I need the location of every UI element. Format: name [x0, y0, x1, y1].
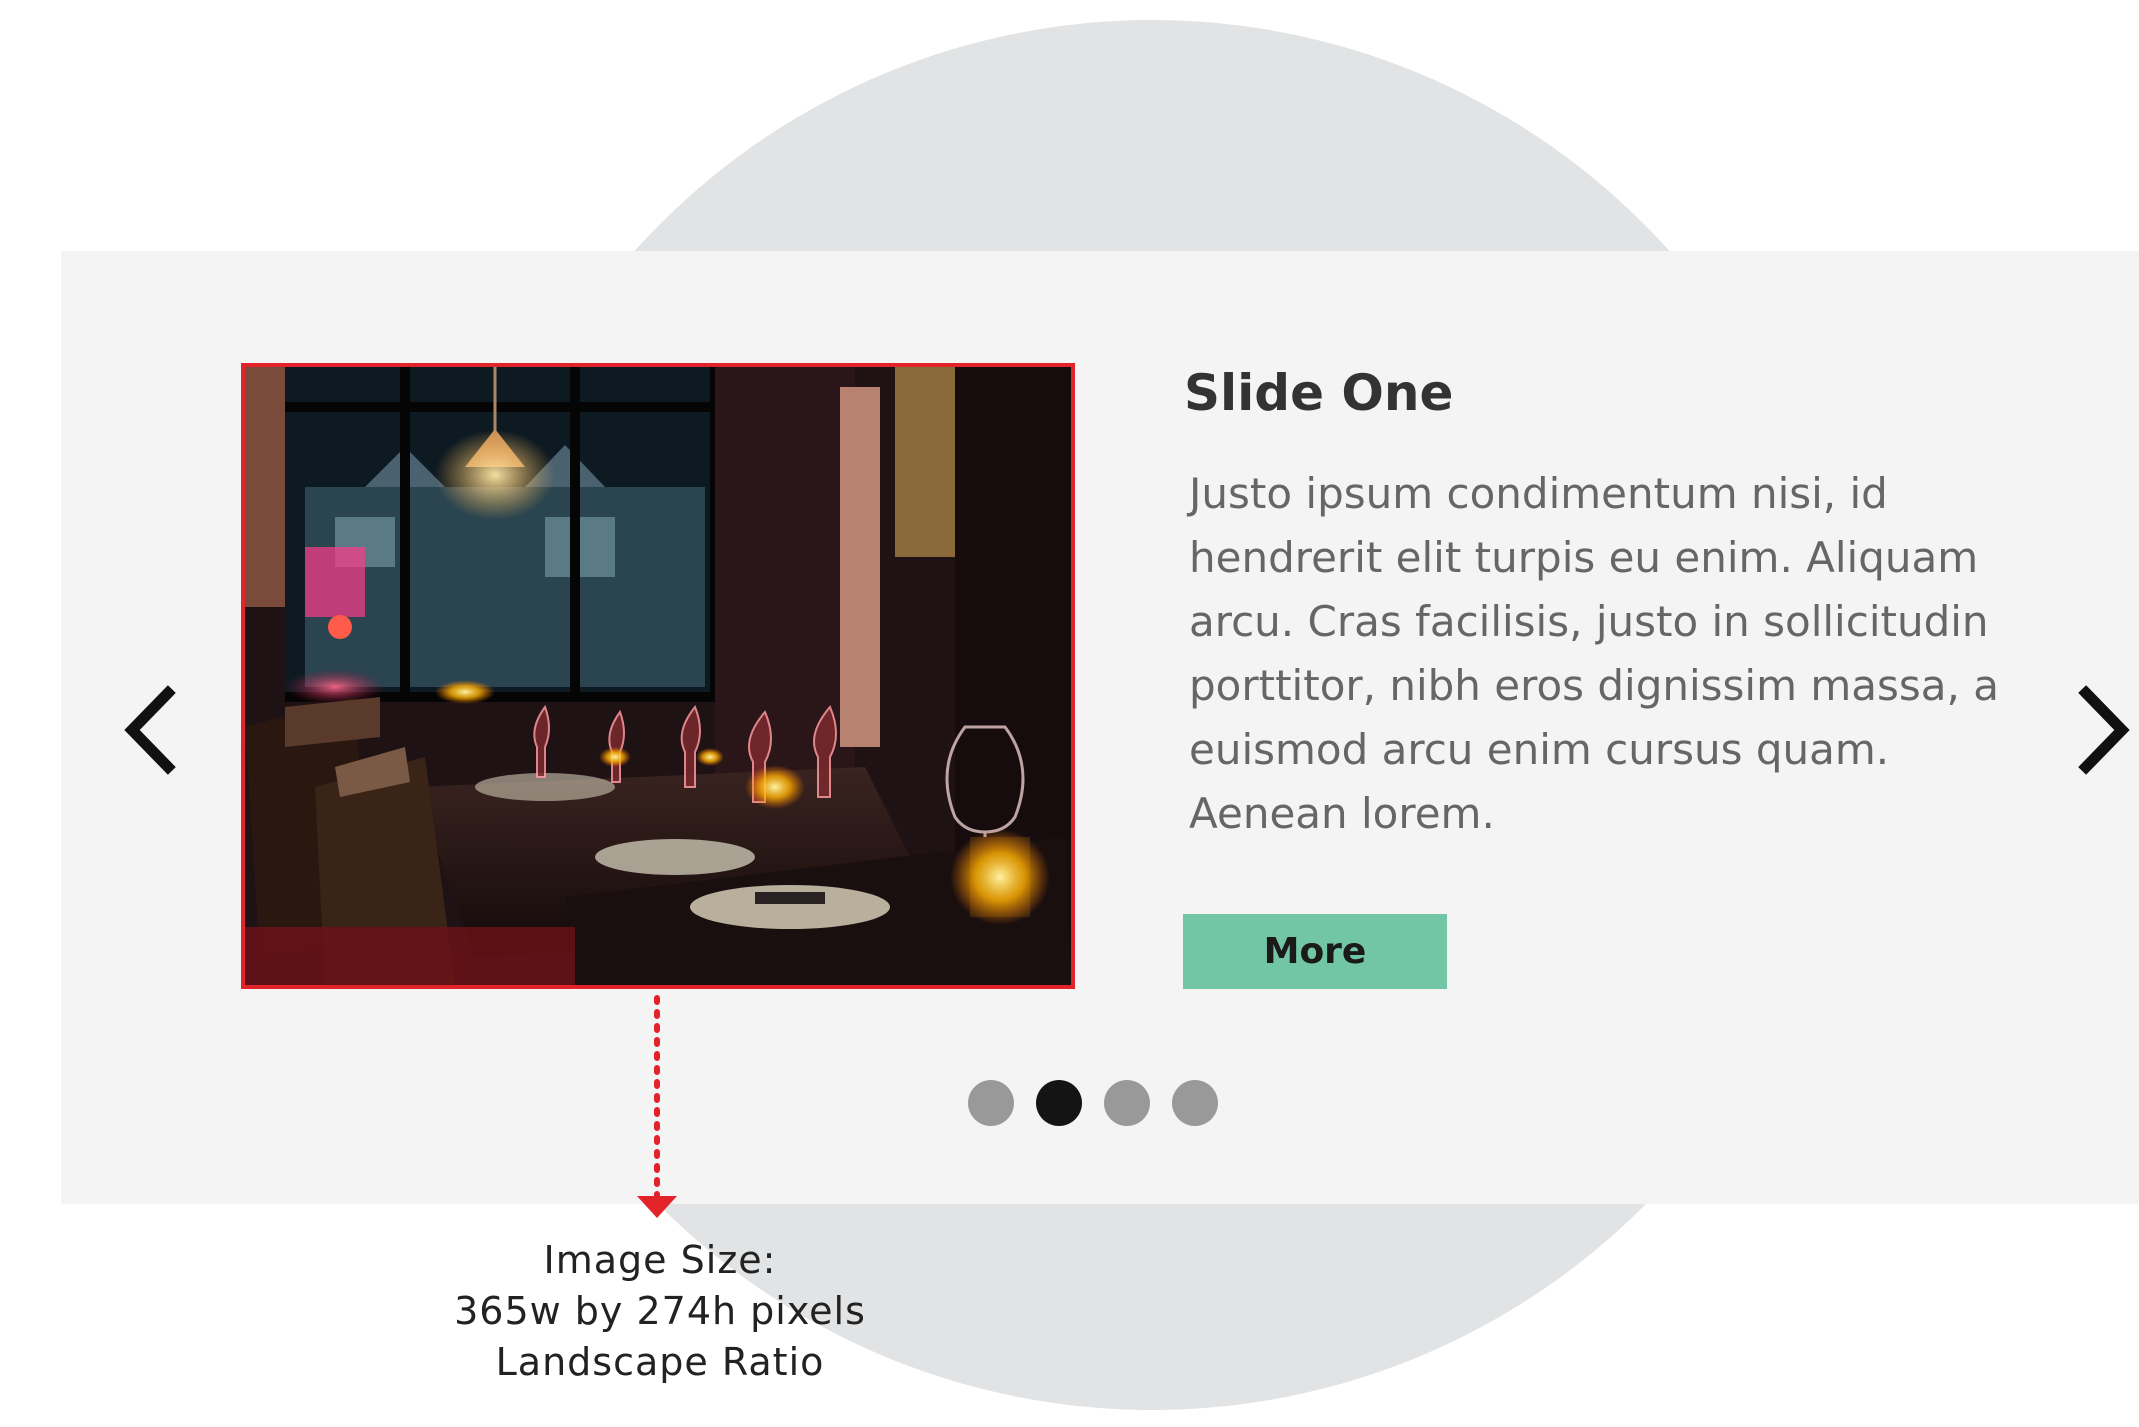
annotation-line-1: Image Size:	[543, 1238, 777, 1282]
pagination-dot-1[interactable]	[968, 1080, 1014, 1126]
chevron-right-icon	[2078, 685, 2130, 775]
annotation-line-2: 365w by 274h pixels	[454, 1289, 866, 1333]
pagination-dot-3[interactable]	[1104, 1080, 1150, 1126]
more-button[interactable]: More	[1183, 914, 1447, 989]
pagination-dots	[968, 1080, 1218, 1126]
pagination-dot-4[interactable]	[1172, 1080, 1218, 1126]
chevron-left-icon	[124, 685, 176, 775]
prev-slide-button[interactable]	[118, 685, 188, 775]
pagination-dot-2[interactable]	[1036, 1080, 1082, 1126]
dimension-callout-line	[653, 995, 661, 1205]
restaurant-photo	[245, 367, 1071, 985]
slide-image	[241, 363, 1075, 989]
annotation-line-3: Landscape Ratio	[495, 1340, 825, 1384]
slide-title: Slide One	[1184, 364, 1454, 422]
image-size-annotation: Image Size: 365w by 274h pixels Landscap…	[380, 1235, 940, 1388]
arrow-down-icon	[637, 1196, 677, 1218]
slide-body-text: Justo ipsum condimentum nisi, id hendrer…	[1189, 469, 1999, 838]
next-slide-button[interactable]	[2070, 685, 2139, 775]
